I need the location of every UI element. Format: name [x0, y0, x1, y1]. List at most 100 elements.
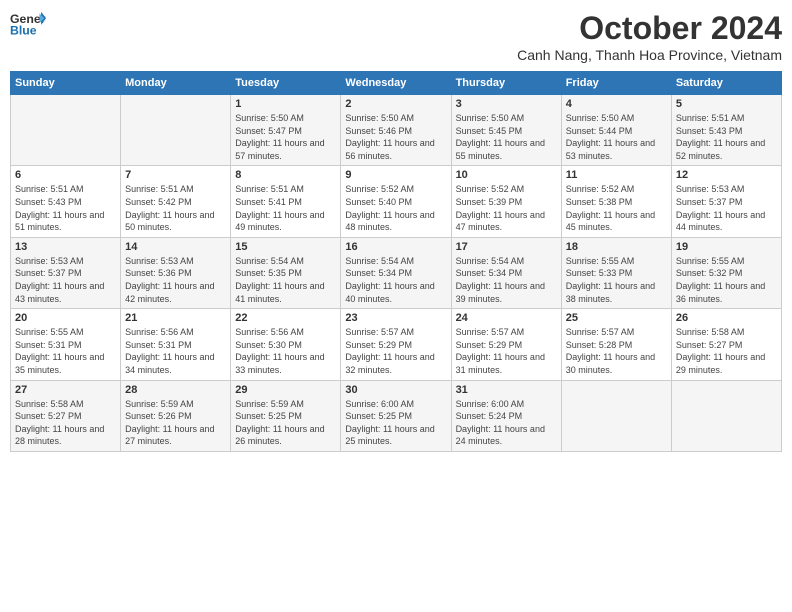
calendar-cell: 9Sunrise: 5:52 AM Sunset: 5:40 PM Daylig… — [341, 166, 451, 237]
calendar-cell: 10 Sunrise: 5:52 AM Sunset: 5:39 PM Dayli… — [451, 166, 561, 237]
day-number: 3 — [456, 98, 557, 110]
calendar-cell: 7 Sunrise: 5:51 AM Sunset: 5:42 PM Daylig… — [121, 166, 231, 237]
month-title: October 2024 — [517, 10, 782, 47]
day-detail: Sunrise: 5:52 AM Sunset: 5:39 PM Dayligh… — [456, 183, 557, 233]
calendar-cell: 6 Sunrise: 5:51 AM Sunset: 5:43 PM Daylig… — [11, 166, 121, 237]
day-detail: Sunrise: 5:54 AM Sunset: 5:35 PM Dayligh… — [235, 255, 336, 305]
day-number: 22 — [235, 312, 336, 324]
day-number: 9 — [345, 169, 446, 181]
calendar-cell: 16 Sunrise: 5:54 AM Sunset: 5:34 PM Dayli… — [341, 237, 451, 308]
calendar-cell — [121, 95, 231, 166]
day-detail: Sunrise: 5:52 AM Sunset: 5:38 PM Dayligh… — [566, 183, 667, 233]
day-number: 7 — [125, 169, 226, 181]
calendar-cell: 14 Sunrise: 5:53 AM Sunset: 5:36 PM Dayli… — [121, 237, 231, 308]
day-number: 20 — [15, 312, 116, 324]
day-number: 21 — [125, 312, 226, 324]
day-number: 6 — [15, 169, 116, 181]
day-number: 1 — [235, 98, 336, 110]
day-detail: Sunrise: 5:50 AM Sunset: 5:47 PM Dayligh… — [235, 112, 336, 162]
col-header-sunday: Sunday — [11, 72, 121, 95]
calendar-cell: 29 Sunrise: 5:59 AM Sunset: 5:25 PM Dayli… — [231, 380, 341, 451]
calendar-cell: 13 Sunrise: 5:53 AM Sunset: 5:37 PM Dayli… — [11, 237, 121, 308]
day-detail: Sunrise: 5:58 AM Sunset: 5:27 PM Dayligh… — [676, 326, 777, 376]
day-detail: Sunrise: 5:53 AM Sunset: 5:37 PM Dayligh… — [15, 255, 116, 305]
day-detail: Sunrise: 5:51 AM Sunset: 5:43 PM Dayligh… — [15, 183, 116, 233]
calendar-table: SundayMondayTuesdayWednesdayThursdayFrid… — [10, 71, 782, 452]
day-detail: Sunrise: 5:56 AM Sunset: 5:30 PM Dayligh… — [235, 326, 336, 376]
calendar-cell: 30Sunrise: 6:00 AM Sunset: 5:25 PM Dayli… — [341, 380, 451, 451]
calendar-cell — [561, 380, 671, 451]
svg-text:Blue: Blue — [10, 24, 37, 38]
day-detail: Sunrise: 5:57 AM Sunset: 5:29 PM Dayligh… — [345, 326, 446, 376]
day-detail: Sunrise: 5:56 AM Sunset: 5:31 PM Dayligh… — [125, 326, 226, 376]
day-detail: Sunrise: 5:51 AM Sunset: 5:41 PM Dayligh… — [235, 183, 336, 233]
col-header-tuesday: Tuesday — [231, 72, 341, 95]
day-number: 29 — [235, 384, 336, 396]
generalblue-logo-icon: General Blue — [10, 10, 46, 38]
day-detail: Sunrise: 5:59 AM Sunset: 5:25 PM Dayligh… — [235, 398, 336, 448]
day-number: 13 — [15, 241, 116, 253]
day-detail: Sunrise: 5:57 AM Sunset: 5:29 PM Dayligh… — [456, 326, 557, 376]
day-number: 5 — [676, 98, 777, 110]
day-number: 15 — [235, 241, 336, 253]
day-number: 25 — [566, 312, 667, 324]
calendar-cell: 4 Sunrise: 5:50 AM Sunset: 5:44 PM Daylig… — [561, 95, 671, 166]
location-title: Canh Nang, Thanh Hoa Province, Vietnam — [517, 47, 782, 63]
calendar-cell: 27Sunrise: 5:58 AM Sunset: 5:27 PM Dayli… — [11, 380, 121, 451]
calendar-cell: 20 Sunrise: 5:55 AM Sunset: 5:31 PM Dayli… — [11, 309, 121, 380]
day-number: 28 — [125, 384, 226, 396]
day-detail: Sunrise: 5:54 AM Sunset: 5:34 PM Dayligh… — [345, 255, 446, 305]
day-detail: Sunrise: 5:53 AM Sunset: 5:36 PM Dayligh… — [125, 255, 226, 305]
calendar-cell: 1 Sunrise: 5:50 AM Sunset: 5:47 PM Daylig… — [231, 95, 341, 166]
col-header-thursday: Thursday — [451, 72, 561, 95]
day-detail: Sunrise: 5:50 AM Sunset: 5:44 PM Dayligh… — [566, 112, 667, 162]
calendar-cell: 5 Sunrise: 5:51 AM Sunset: 5:43 PM Daylig… — [671, 95, 781, 166]
day-number: 31 — [456, 384, 557, 396]
day-number: 19 — [676, 241, 777, 253]
calendar-cell: 11 Sunrise: 5:52 AM Sunset: 5:38 PM Dayli… — [561, 166, 671, 237]
calendar-cell — [11, 95, 121, 166]
calendar-cell: 31 Sunrise: 6:00 AM Sunset: 5:24 PM Dayli… — [451, 380, 561, 451]
day-number: 4 — [566, 98, 667, 110]
logo: General Blue — [10, 10, 46, 38]
calendar-cell: 18Sunrise: 5:55 AM Sunset: 5:33 PM Dayli… — [561, 237, 671, 308]
day-detail: Sunrise: 5:54 AM Sunset: 5:34 PM Dayligh… — [456, 255, 557, 305]
day-number: 14 — [125, 241, 226, 253]
day-number: 8 — [235, 169, 336, 181]
calendar-cell — [671, 380, 781, 451]
day-number: 23 — [345, 312, 446, 324]
day-detail: Sunrise: 5:51 AM Sunset: 5:43 PM Dayligh… — [676, 112, 777, 162]
day-detail: Sunrise: 5:51 AM Sunset: 5:42 PM Dayligh… — [125, 183, 226, 233]
day-detail: Sunrise: 5:57 AM Sunset: 5:28 PM Dayligh… — [566, 326, 667, 376]
col-header-saturday: Saturday — [671, 72, 781, 95]
calendar-cell: 22 Sunrise: 5:56 AM Sunset: 5:30 PM Dayli… — [231, 309, 341, 380]
title-area: October 2024 Canh Nang, Thanh Hoa Provin… — [517, 10, 782, 63]
day-detail: Sunrise: 5:53 AM Sunset: 5:37 PM Dayligh… — [676, 183, 777, 233]
col-header-wednesday: Wednesday — [341, 72, 451, 95]
day-number: 2 — [345, 98, 446, 110]
calendar-cell: 25 Sunrise: 5:57 AM Sunset: 5:28 PM Dayli… — [561, 309, 671, 380]
calendar-cell: 8 Sunrise: 5:51 AM Sunset: 5:41 PM Daylig… — [231, 166, 341, 237]
calendar-cell: 3 Sunrise: 5:50 AM Sunset: 5:45 PM Daylig… — [451, 95, 561, 166]
day-detail: Sunrise: 5:55 AM Sunset: 5:32 PM Dayligh… — [676, 255, 777, 305]
calendar-cell: 2Sunrise: 5:50 AM Sunset: 5:46 PM Daylig… — [341, 95, 451, 166]
calendar-cell: 28Sunrise: 5:59 AM Sunset: 5:26 PM Dayli… — [121, 380, 231, 451]
calendar-cell: 12Sunrise: 5:53 AM Sunset: 5:37 PM Dayli… — [671, 166, 781, 237]
day-number: 11 — [566, 169, 667, 181]
calendar-cell: 21 Sunrise: 5:56 AM Sunset: 5:31 PM Dayli… — [121, 309, 231, 380]
day-number: 16 — [345, 241, 446, 253]
day-number: 27 — [15, 384, 116, 396]
calendar-cell: 17 Sunrise: 5:54 AM Sunset: 5:34 PM Dayli… — [451, 237, 561, 308]
day-number: 10 — [456, 169, 557, 181]
day-detail: Sunrise: 5:55 AM Sunset: 5:33 PM Dayligh… — [566, 255, 667, 305]
day-detail: Sunrise: 5:55 AM Sunset: 5:31 PM Dayligh… — [15, 326, 116, 376]
day-number: 17 — [456, 241, 557, 253]
day-detail: Sunrise: 5:50 AM Sunset: 5:45 PM Dayligh… — [456, 112, 557, 162]
header: General Blue October 2024 Canh Nang, Tha… — [10, 10, 782, 63]
col-header-monday: Monday — [121, 72, 231, 95]
day-number: 24 — [456, 312, 557, 324]
col-header-friday: Friday — [561, 72, 671, 95]
calendar-cell: 23 Sunrise: 5:57 AM Sunset: 5:29 PM Dayli… — [341, 309, 451, 380]
calendar-cell: 19 Sunrise: 5:55 AM Sunset: 5:32 PM Dayli… — [671, 237, 781, 308]
day-detail: Sunrise: 6:00 AM Sunset: 5:24 PM Dayligh… — [456, 398, 557, 448]
